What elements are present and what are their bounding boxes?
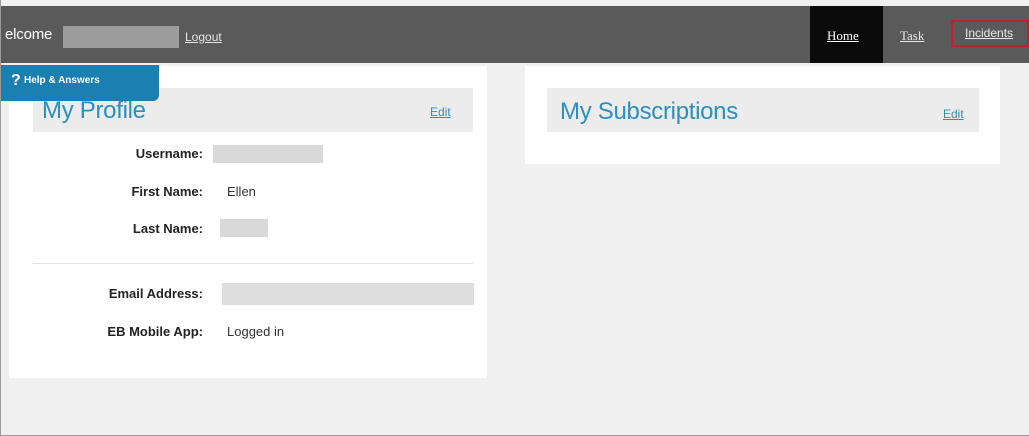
subscriptions-edit-link[interactable]: Edit: [943, 107, 964, 121]
nav-incidents-link[interactable]: Incidents: [965, 26, 1013, 40]
welcome-text: elcome: [5, 26, 53, 43]
subscriptions-card-header: My Subscriptions Edit: [547, 88, 979, 132]
nav-task-link[interactable]: Task: [900, 28, 924, 44]
question-mark-icon: ?: [11, 72, 21, 89]
eb-mobile-app-value: Logged in: [227, 324, 285, 339]
profile-divider: [33, 263, 473, 264]
help-and-answers-label: Help & Answers: [24, 75, 100, 86]
last-name-value-redacted: [220, 219, 268, 237]
app-frame: elcome Logout Home Task Incidents My Pro…: [0, 0, 1029, 436]
profile-edit-link[interactable]: Edit: [430, 105, 451, 119]
help-and-answers-tab[interactable]: ? Help & Answers: [1, 65, 159, 101]
profile-card: My Profile Edit Username: First Name: El…: [9, 66, 487, 378]
profile-title: My Profile: [42, 97, 146, 124]
logout-link[interactable]: Logout: [185, 30, 222, 44]
first-name-label: First Name:: [131, 184, 203, 199]
nav-home-link[interactable]: Home: [827, 28, 859, 44]
subscriptions-title: My Subscriptions: [560, 98, 738, 125]
redacted-user-name: [63, 26, 179, 48]
email-value-redacted: [222, 283, 474, 305]
last-name-label: Last Name:: [132, 221, 203, 236]
username-value-redacted: [213, 145, 323, 163]
first-name-value: Ellen: [227, 184, 256, 199]
eb-mobile-app-label: EB Mobile App:: [107, 324, 203, 339]
email-address-label: Email Address:: [108, 286, 203, 301]
subscriptions-card: My Subscriptions Edit: [525, 66, 1000, 164]
username-label: Username:: [135, 146, 203, 161]
top-bar: elcome Logout Home Task Incidents: [1, 6, 1029, 63]
